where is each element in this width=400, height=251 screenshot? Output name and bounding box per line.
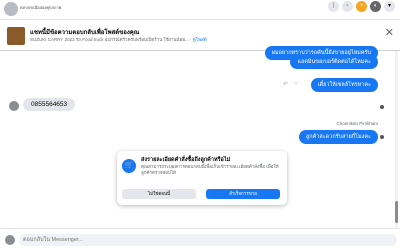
top-header: ตลาดรถมือสองทุกสภาพ ⋮ ◦ • ◐ ▾ — [0, 0, 400, 20]
shopping-cart-icon: 🛒 — [122, 159, 136, 173]
seen-indicator — [380, 135, 384, 139]
scrollbar-thumb[interactable] — [395, 201, 398, 223]
view-post-link[interactable]: ดูโพสต์ — [193, 37, 207, 42]
message-bubble-outgoing[interactable]: ลูกค้าสะดวกรับสายกี่โมงคะ — [298, 130, 378, 144]
sender-name: Chonnikan Pimkham — [336, 121, 378, 126]
banner-description-text: SUZUKI CARRY 2023 รถ Food truck อุปกรณ์ค… — [30, 37, 192, 42]
message-composer — [0, 228, 400, 251]
grid-icon[interactable]: ⋮ — [328, 1, 339, 12]
banner-description: SUZUKI CARRY 2023 รถ Food truck อุปกรณ์ค… — [30, 36, 207, 43]
not-now-button[interactable]: ไม่ใช่ตอนนี้ — [122, 189, 196, 199]
close-icon[interactable]: ✕ — [385, 28, 394, 39]
chevron-down-icon[interactable]: ▾ — [384, 1, 395, 12]
message-bubble-outgoing[interactable]: แอดมินขอเบอร์ติดต่อได้ไหมคะ — [290, 55, 378, 69]
message-bubble-outgoing[interactable]: เดี๋ยวให้เซลล์โทรหาคะ — [310, 78, 378, 92]
reply-input[interactable] — [19, 234, 397, 246]
notification-icon[interactable]: • — [356, 1, 367, 12]
reply-icon[interactable]: ↶ — [283, 81, 288, 88]
seen-indicator — [380, 105, 384, 109]
page-name[interactable]: ตลาดรถมือสองทุกสภาพ — [20, 4, 61, 11]
page-avatar-small — [5, 235, 15, 245]
page-avatar[interactable] — [4, 2, 18, 16]
profile-icon[interactable]: ◐ — [370, 1, 381, 12]
contact-avatar[interactable] — [9, 101, 19, 111]
prompt-title: ส่งรายละเอียดคำสั่งซื้อถึงลูกค้าหรือไม่ — [141, 157, 231, 163]
messenger-icon[interactable]: ◦ — [342, 1, 353, 12]
prompt-body: คุณสามารถระบุผลการตอบกลับนี้เพื่อเก็บเข้… — [141, 164, 279, 175]
react-icon[interactable]: ○ — [294, 81, 298, 87]
message-bubble-incoming[interactable]: 0855564653 — [23, 98, 76, 111]
complete-sale-button[interactable]: สำเร็จการขาย — [206, 189, 280, 199]
order-details-prompt: 🛒 ส่งรายละเอียดคำสั่งซื้อถึงลูกค้าหรือไม… — [117, 151, 287, 205]
chat-scrollbar[interactable] — [395, 51, 398, 228]
post-thumbnail[interactable] — [7, 27, 25, 45]
